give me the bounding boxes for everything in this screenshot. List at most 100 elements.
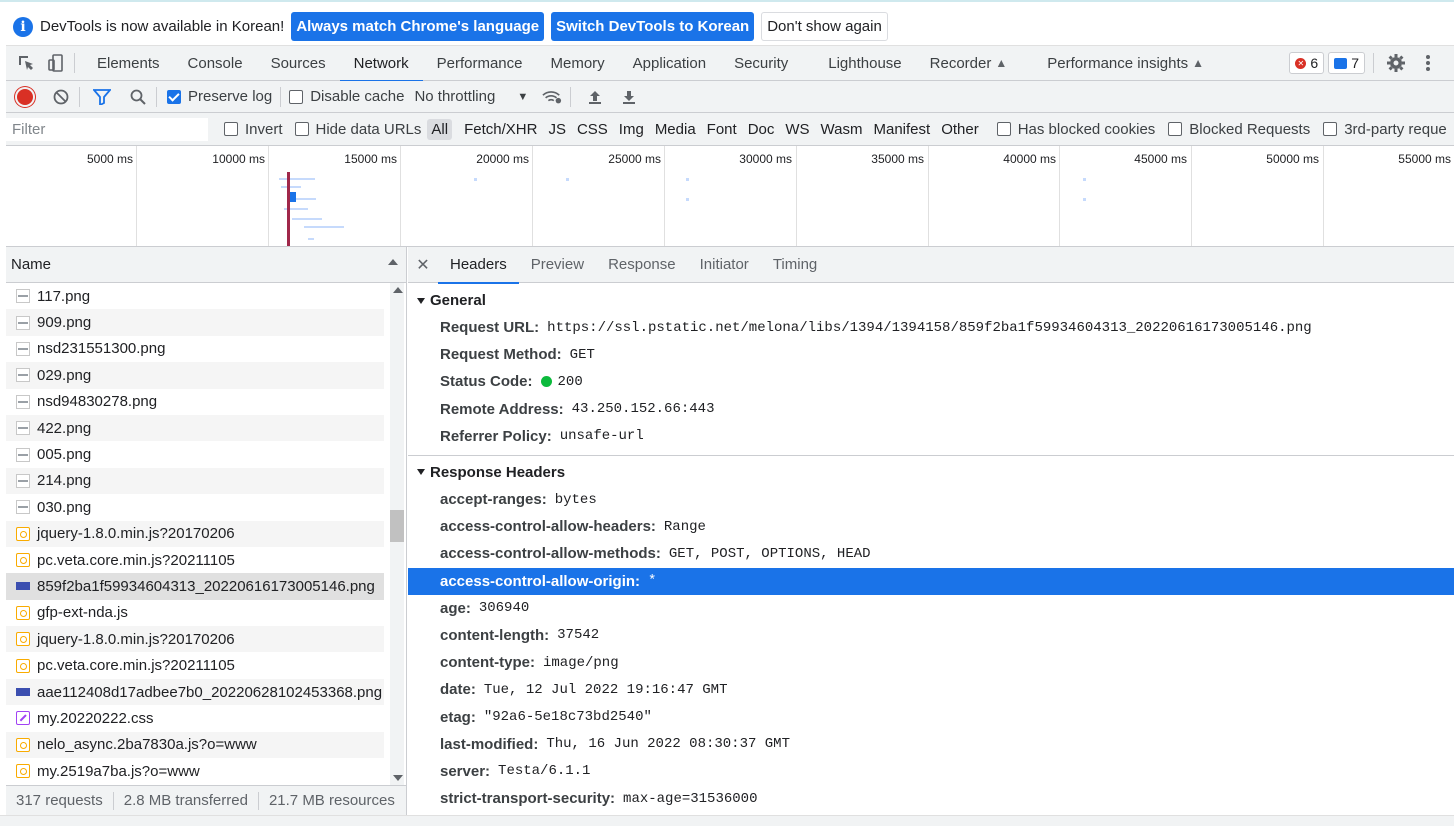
- request-row[interactable]: jquery-1.8.0.min.js?20170206: [6, 626, 384, 653]
- request-row[interactable]: aae112408d17adbee7b0_20220628102453368.p…: [6, 678, 384, 706]
- request-row[interactable]: pc.veta.core.min.js?20211105: [6, 547, 384, 573]
- name-column-header[interactable]: Name: [6, 247, 406, 283]
- inspect-element-icon[interactable]: [16, 53, 36, 73]
- filter-input[interactable]: Filter: [6, 117, 208, 141]
- header-row-request-method[interactable]: Request Method: GET: [408, 341, 1454, 368]
- request-row-selected[interactable]: 859f2ba1f59934604313_20220616173005146.p…: [6, 573, 384, 600]
- switch-to-korean-button[interactable]: Switch DevTools to Korean: [551, 12, 755, 41]
- error-count-badge[interactable]: ✕ 6: [1289, 52, 1325, 74]
- response-header-row-selected[interactable]: access-control-allow-origin: *: [408, 567, 1454, 595]
- scroll-up-arrow-icon[interactable]: [393, 287, 403, 293]
- image-file-icon: [16, 473, 30, 488]
- throttling-select[interactable]: No throttling ▼: [414, 88, 528, 105]
- export-har-download-icon[interactable]: [619, 87, 639, 107]
- filter-type-wasm[interactable]: Wasm: [817, 119, 867, 140]
- response-header-row[interactable]: date: Tue, 12 Jul 2022 19:16:47 GMT: [408, 676, 1454, 703]
- filter-type-other[interactable]: Other: [937, 119, 983, 140]
- request-row[interactable]: gfp-ext-nda.js: [6, 600, 384, 626]
- tab-network[interactable]: Network: [339, 46, 423, 82]
- filter-type-ws[interactable]: WS: [781, 119, 813, 140]
- tab-memory[interactable]: Memory: [537, 46, 619, 81]
- request-row[interactable]: 117.png: [6, 283, 384, 309]
- request-row[interactable]: 214.png: [6, 467, 384, 495]
- filter-type-manifest[interactable]: Manifest: [870, 119, 935, 140]
- filter-type-img[interactable]: Img: [615, 119, 648, 140]
- response-header-row[interactable]: access-control-allow-methods: GET, POST, …: [408, 540, 1454, 567]
- network-overview-timeline[interactable]: 5000 ms 10000 ms 15000 ms 20000 ms 25000…: [6, 146, 1454, 247]
- more-options-kebab-icon[interactable]: [1418, 53, 1438, 73]
- request-list-scrollbar[interactable]: [390, 283, 404, 785]
- scroll-down-arrow-icon[interactable]: [393, 775, 403, 781]
- general-section-toggle[interactable]: General: [408, 287, 1454, 314]
- request-row[interactable]: nsd94830278.png: [6, 389, 384, 415]
- response-header-row[interactable]: last-modified: Thu, 16 Jun 2022 08:30:37 …: [408, 731, 1454, 758]
- blocked-requests-checkbox[interactable]: Blocked Requests: [1168, 121, 1310, 138]
- filter-type-media[interactable]: Media: [651, 119, 700, 140]
- request-row[interactable]: pc.veta.core.min.js?20211105: [6, 652, 384, 678]
- header-row-referrer-policy[interactable]: Referrer Policy: unsafe-url: [408, 423, 1454, 450]
- response-header-row[interactable]: content-length: 37542: [408, 622, 1454, 649]
- disable-cache-checkbox[interactable]: Disable cache: [289, 88, 404, 105]
- filter-type-font[interactable]: Font: [703, 119, 741, 140]
- filter-type-css[interactable]: CSS: [573, 119, 612, 140]
- device-toolbar-icon[interactable]: [46, 53, 66, 73]
- message-count-badge[interactable]: 7: [1328, 52, 1365, 74]
- tab-preview[interactable]: Preview: [519, 247, 596, 283]
- request-row[interactable]: my.20220222.css: [6, 705, 384, 731]
- header-row-remote-address[interactable]: Remote Address: 43.250.152.66:443: [408, 396, 1454, 423]
- request-name: my.20220222.css: [37, 709, 154, 727]
- invert-checkbox[interactable]: Invert: [224, 121, 283, 138]
- search-icon[interactable]: [128, 87, 148, 107]
- response-header-row[interactable]: server: Testa/6.1.1: [408, 758, 1454, 785]
- response-header-row[interactable]: access-control-allow-headers: Range: [408, 513, 1454, 540]
- clear-icon[interactable]: [51, 87, 71, 107]
- close-icon[interactable]: ✕: [408, 255, 438, 275]
- network-conditions-wifi-icon[interactable]: [542, 87, 562, 107]
- response-headers-section-toggle[interactable]: Response Headers: [408, 459, 1454, 486]
- filter-type-js[interactable]: JS: [544, 119, 570, 140]
- tab-application[interactable]: Application: [619, 46, 720, 81]
- tab-security[interactable]: Security: [720, 46, 814, 81]
- filter-type-all[interactable]: All: [427, 118, 453, 140]
- hide-data-urls-checkbox[interactable]: Hide data URLs: [294, 121, 421, 138]
- has-blocked-cookies-checkbox[interactable]: Has blocked cookies: [996, 121, 1155, 138]
- tab-timing[interactable]: Timing: [761, 247, 829, 283]
- filter-type-doc[interactable]: Doc: [744, 119, 779, 140]
- request-row[interactable]: 005.png: [6, 441, 384, 467]
- preserve-log-checkbox[interactable]: Preserve log: [167, 88, 272, 105]
- response-header-row[interactable]: accept-ranges: bytes: [408, 486, 1454, 513]
- tab-headers[interactable]: Headers: [438, 247, 519, 284]
- always-match-language-button[interactable]: Always match Chrome's language: [291, 12, 545, 41]
- header-row-request-url[interactable]: Request URL: https://ssl.pstatic.net/melo…: [408, 314, 1454, 341]
- tab-recorder[interactable]: Recorder ▲: [916, 46, 1022, 81]
- scrollbar-thumb[interactable]: [390, 510, 404, 542]
- import-har-upload-icon[interactable]: [585, 87, 605, 107]
- tab-elements[interactable]: Elements: [83, 46, 174, 81]
- request-row[interactable]: 909.png: [6, 309, 384, 336]
- request-row[interactable]: nsd231551300.png: [6, 336, 384, 362]
- response-header-row[interactable]: etag: "92a6-5e18c73bd2540": [408, 703, 1454, 730]
- filter-funnel-icon[interactable]: [92, 87, 112, 107]
- request-row[interactable]: 029.png: [6, 362, 384, 389]
- request-row[interactable]: 422.png: [6, 414, 384, 442]
- response-header-row[interactable]: age: 306940: [408, 595, 1454, 622]
- request-row[interactable]: my.2519a7ba.js?o=www: [6, 758, 384, 784]
- tab-performance-insights[interactable]: Performance insights ▲: [1021, 46, 1218, 81]
- response-header-row[interactable]: content-type: image/png: [408, 649, 1454, 676]
- request-row[interactable]: nelo_async.2ba7830a.js?o=www: [6, 731, 384, 759]
- tab-lighthouse[interactable]: Lighthouse: [814, 46, 915, 81]
- tab-response[interactable]: Response: [596, 247, 688, 283]
- tab-performance[interactable]: Performance: [423, 46, 537, 81]
- settings-gear-icon[interactable]: [1386, 53, 1406, 73]
- record-button[interactable]: [17, 88, 33, 105]
- response-header-row[interactable]: strict-transport-security: max-age=315360…: [408, 785, 1454, 812]
- request-row[interactable]: 030.png: [6, 494, 384, 520]
- header-row-status-code[interactable]: Status Code: 200: [408, 368, 1454, 395]
- request-row[interactable]: jquery-1.8.0.min.js?20170206: [6, 520, 384, 547]
- tab-console[interactable]: Console: [174, 46, 257, 81]
- tab-initiator[interactable]: Initiator: [688, 247, 761, 283]
- dont-show-again-button[interactable]: Don't show again: [761, 12, 888, 41]
- filter-type-fetch-xhr[interactable]: Fetch/XHR: [460, 119, 541, 140]
- third-party-requests-checkbox[interactable]: 3rd-party reque: [1323, 121, 1447, 138]
- tab-sources[interactable]: Sources: [257, 46, 340, 81]
